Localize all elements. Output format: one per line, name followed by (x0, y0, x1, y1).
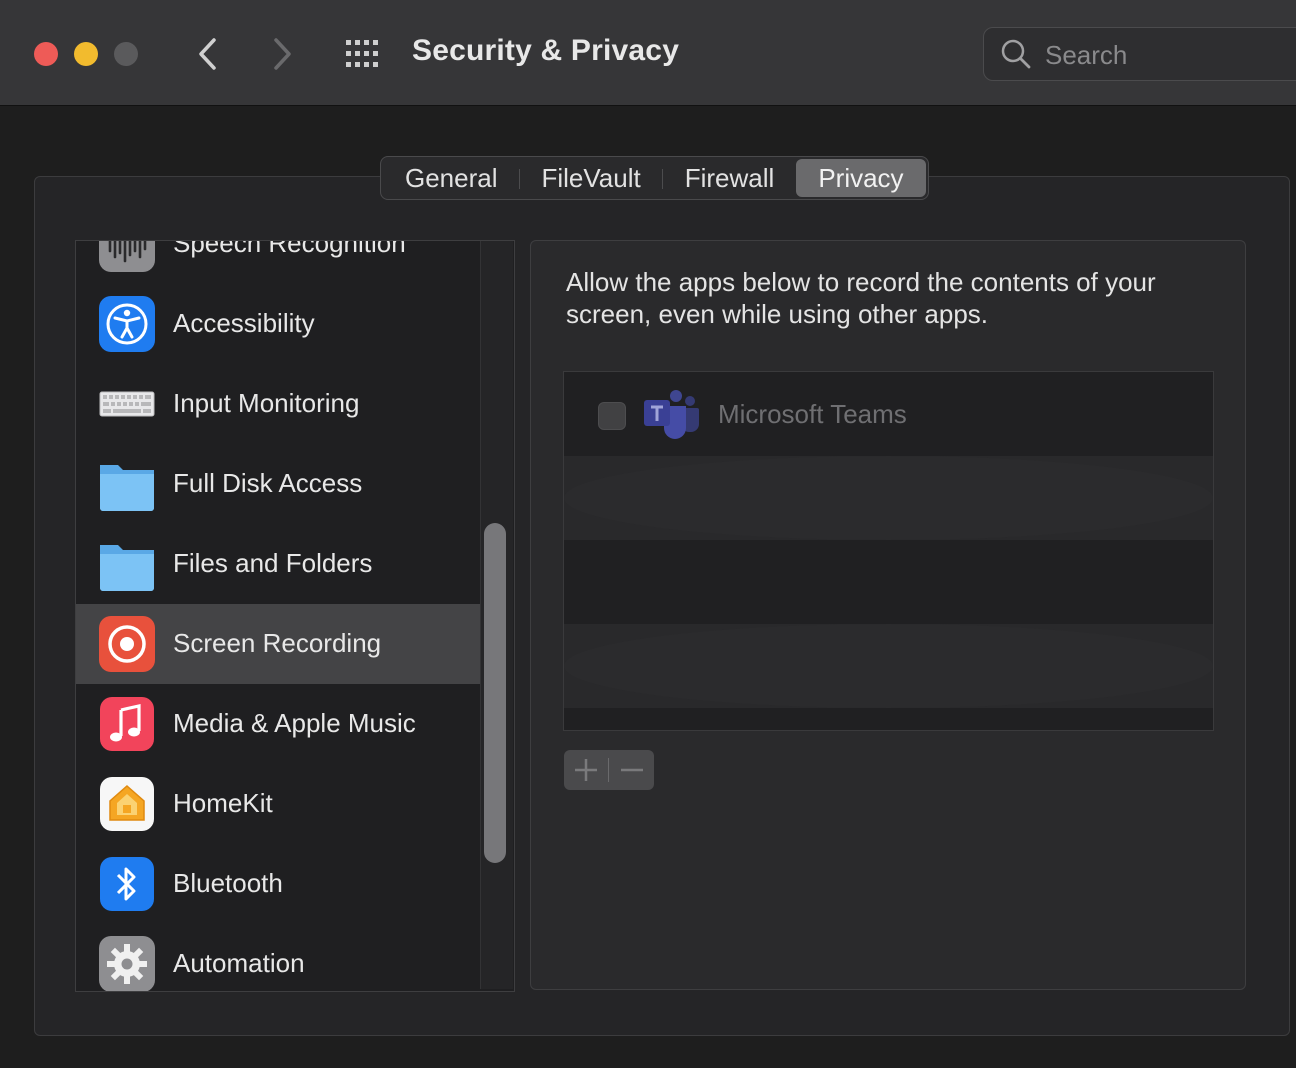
close-window-button[interactable] (34, 42, 58, 66)
sidebar-item-label: Automation (173, 948, 305, 978)
minus-icon (621, 768, 643, 772)
sidebar-item-bluetooth[interactable]: Bluetooth (76, 844, 512, 924)
list-item-empty (564, 540, 1213, 624)
window-title: Security & Privacy (412, 34, 680, 67)
sidebar-item-label: Full Disk Access (173, 468, 363, 498)
speech-recognition-icon (99, 241, 155, 272)
minimize-window-button[interactable] (74, 42, 98, 66)
sidebar-item-full-disk-access[interactable]: Full Disk Access (76, 444, 512, 524)
sidebar-item-label: Accessibility (173, 308, 315, 338)
add-app-button[interactable] (564, 750, 609, 790)
tab-privacy[interactable]: Privacy (796, 159, 926, 197)
sidebar-item-speech-recognition[interactable]: Speech Recognition (76, 240, 512, 284)
add-remove-control (564, 750, 654, 790)
search-icon (1001, 39, 1031, 69)
zoom-window-button[interactable] (114, 42, 138, 66)
list-item[interactable]: Microsoft Teams (564, 372, 1213, 456)
sidebar-item-label: Media & Apple Music (173, 708, 416, 738)
sidebar-item-input-monitoring[interactable]: Input Monitoring (76, 364, 512, 444)
privacy-category-list[interactable]: Speech Recognition Accessibility Input M… (75, 240, 515, 992)
back-button[interactable] (188, 34, 228, 74)
tab-bar: General FileVault Firewall Privacy (380, 156, 929, 200)
microsoft-teams-icon (644, 390, 699, 439)
app-enable-checkbox[interactable] (598, 402, 626, 430)
folder-icon (100, 545, 154, 591)
sidebar-item-label: Speech Recognition (173, 240, 406, 258)
keyboard-icon (99, 391, 155, 417)
remove-app-button[interactable] (609, 750, 654, 790)
forward-button[interactable] (262, 34, 302, 74)
sidebar-item-automation[interactable]: Automation (76, 924, 512, 991)
sidebar-item-accessibility[interactable]: Accessibility (76, 284, 512, 364)
title-bar: Security & Privacy Search (0, 0, 1296, 106)
sidebar-item-homekit[interactable]: HomeKit (76, 764, 512, 844)
bluetooth-icon (100, 857, 154, 911)
grid-icon (346, 40, 378, 67)
tab-filevault[interactable]: FileVault (520, 159, 663, 197)
homekit-icon (100, 777, 154, 831)
show-all-button[interactable] (344, 38, 384, 70)
sidebar-scrollbar-thumb[interactable] (484, 523, 506, 863)
sidebar-item-label: Files and Folders (173, 548, 373, 578)
sidebar-item-label: HomeKit (173, 788, 273, 818)
plus-icon (575, 759, 597, 781)
search-placeholder: Search (1045, 40, 1128, 70)
chevron-left-icon (199, 38, 216, 70)
folder-icon (100, 465, 154, 511)
sidebar-item-label: Screen Recording (173, 628, 382, 658)
tab-general[interactable]: General (383, 159, 520, 197)
list-item-empty (564, 624, 1213, 708)
music-icon (100, 697, 154, 751)
accessibility-icon (99, 296, 155, 352)
sidebar-item-files-and-folders[interactable]: Files and Folders (76, 524, 512, 604)
app-list[interactable]: Microsoft Teams (563, 371, 1214, 731)
sidebar-item-screen-recording[interactable]: Screen Recording (76, 604, 512, 684)
list-item-empty (564, 456, 1213, 540)
gear-icon (99, 936, 155, 991)
sidebar-item-media-apple-music[interactable]: Media & Apple Music (76, 684, 512, 764)
search-field[interactable]: Search (983, 27, 1296, 81)
screen-recording-description: Allow the apps below to record the conte… (566, 267, 1156, 329)
app-name: Microsoft Teams (718, 399, 907, 429)
tab-firewall[interactable]: Firewall (663, 159, 797, 197)
screen-recording-icon (99, 616, 155, 672)
list-item-empty (564, 708, 1213, 730)
sidebar-item-label: Input Monitoring (173, 388, 360, 418)
sidebar-item-label: Bluetooth (173, 868, 283, 898)
chevron-right-icon (274, 38, 291, 70)
